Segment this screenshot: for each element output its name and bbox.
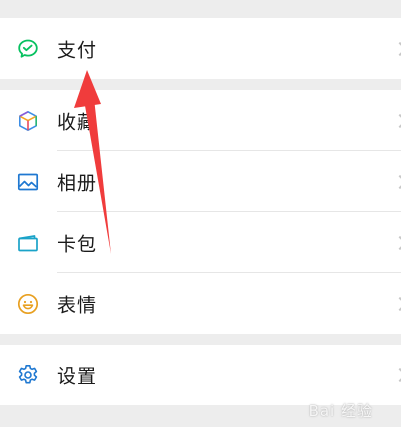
chevron-right-icon — [392, 41, 401, 56]
pay-icon — [16, 37, 40, 61]
menu-item-stickers-label: 表情 — [57, 294, 98, 316]
group-spacer — [0, 334, 401, 345]
chevron-right-icon — [392, 296, 401, 311]
gear-icon — [16, 363, 40, 387]
favorites-cube-icon — [16, 109, 40, 133]
pay-group: 支付 — [0, 18, 401, 79]
features-group: 收藏 相册 卡包 表情 — [0, 90, 401, 334]
menu-item-album[interactable]: 相册 — [0, 151, 401, 212]
chevron-right-icon — [392, 367, 401, 383]
album-image-icon — [16, 170, 40, 194]
menu-item-pay-label: 支付 — [57, 39, 98, 61]
baidu-watermark: Bai 经验 — [308, 402, 373, 420]
menu-item-cards-label: 卡包 — [57, 233, 98, 255]
menu-item-pay[interactable]: 支付 — [0, 18, 401, 79]
card-wallet-icon — [16, 231, 40, 255]
top-spacer — [0, 0, 401, 18]
menu-item-cards[interactable]: 卡包 — [0, 212, 401, 273]
menu-item-album-label: 相册 — [57, 172, 98, 194]
chevron-right-icon — [392, 174, 401, 189]
smiley-face-icon — [16, 292, 40, 316]
settings-group: 设置 — [0, 345, 401, 405]
menu-item-favorites[interactable]: 收藏 — [0, 90, 401, 151]
group-spacer — [0, 79, 401, 90]
menu-item-settings-label: 设置 — [57, 365, 98, 388]
menu-item-stickers[interactable]: 表情 — [0, 273, 401, 334]
menu-item-favorites-label: 收藏 — [57, 111, 98, 133]
menu-item-settings[interactable]: 设置 — [0, 345, 401, 405]
chevron-right-icon — [392, 235, 401, 250]
wechat-me-screen: 支付 收藏 相册 卡包 表情 设置 Bai 经验 — [0, 0, 401, 427]
chevron-right-icon — [392, 113, 401, 128]
